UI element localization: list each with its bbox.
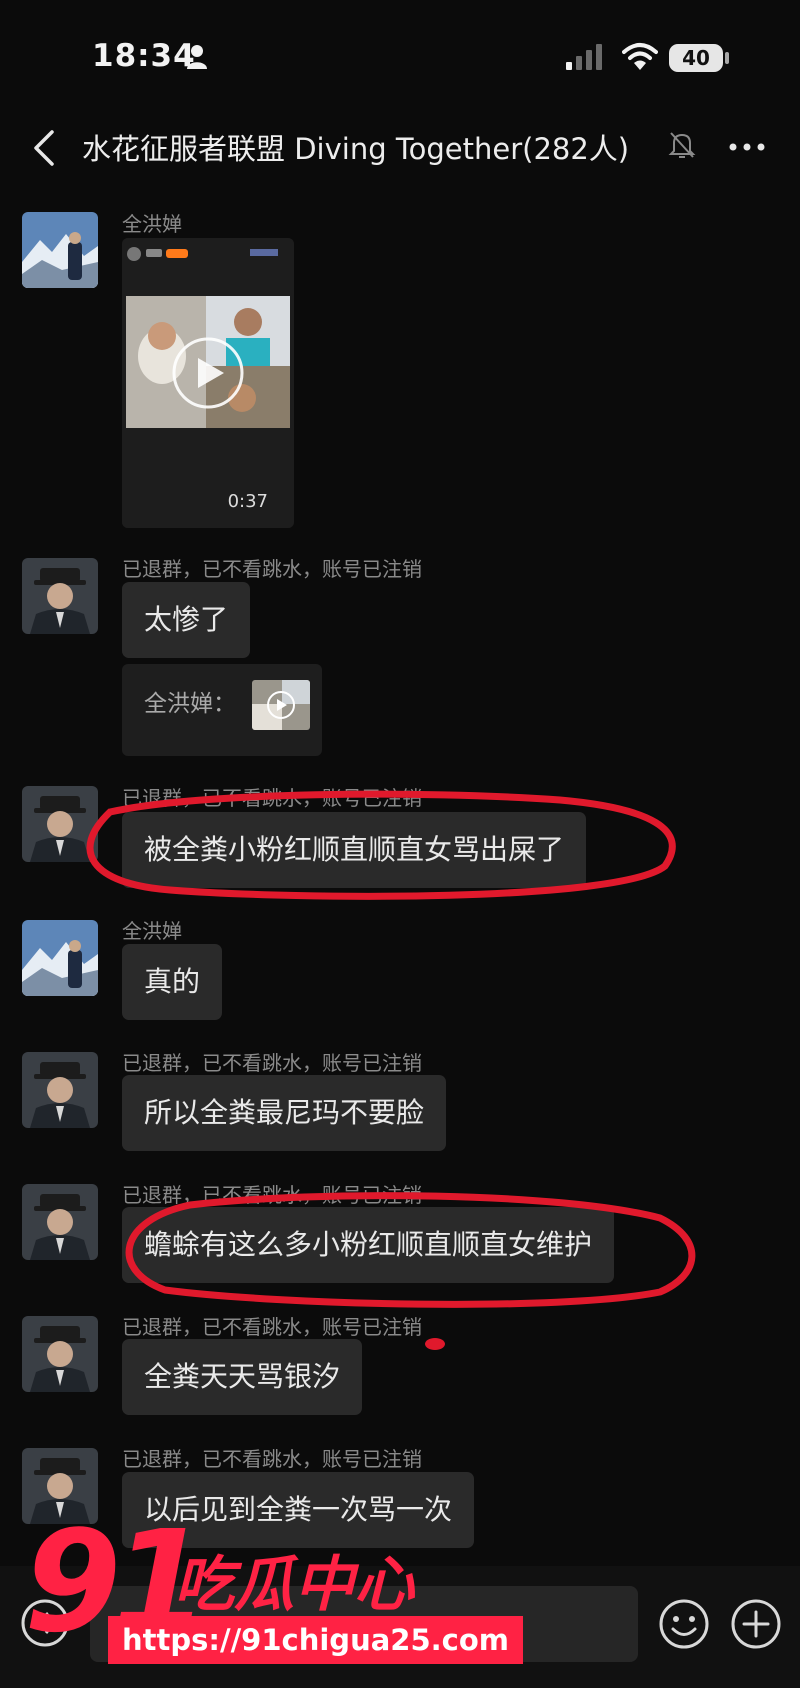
watermark-name: 吃瓜中心 (174, 1550, 414, 1620)
chat-title[interactable]: 水花征服者联盟 Diving Together(282人) (82, 126, 629, 168)
sender-name: 已退群，已不看跳水，账号已注销 (122, 786, 422, 810)
video-duration: 0:37 (227, 491, 268, 512)
sender-name: 已退群，已不看跳水，账号已注销 (122, 1183, 422, 1207)
status-bar: 18:34 40 (0, 0, 800, 110)
message-bubble[interactable]: 蟾蜍有这么多小粉红顺直顺直女维护 (122, 1207, 615, 1283)
annotation-dot (425, 1338, 445, 1350)
message-bubble[interactable]: 全粪天天骂银汐 (122, 1339, 363, 1415)
signal-icon (566, 44, 602, 70)
avatar-hat-man[interactable] (22, 1184, 98, 1260)
avatar-mountain[interactable] (22, 212, 98, 288)
chat-header: 水花征服者联盟 Diving Together(282人) (0, 110, 800, 186)
battery-tip (725, 52, 729, 64)
back-icon[interactable] (28, 128, 64, 168)
quote-sender: 全洪婵： (144, 691, 236, 717)
more-icon[interactable] (728, 132, 766, 162)
mute-icon (668, 132, 696, 158)
avatar-mountain[interactable] (22, 920, 98, 996)
avatar-hat-man[interactable] (22, 1316, 98, 1392)
sender-name: 已退群，已不看跳水，账号已注销 (122, 1051, 422, 1075)
watermark: 91 吃瓜中心 https://91chigua25.com (24, 1508, 523, 1678)
sender-name: 已退群，已不看跳水，账号已注销 (122, 1447, 422, 1471)
plus-icon[interactable] (730, 1598, 782, 1650)
avatar-hat-man[interactable] (22, 786, 98, 862)
quote-video-thumbnail (252, 680, 310, 730)
avatar-hat-man[interactable] (22, 558, 98, 634)
sender-name: 已退群，已不看跳水，账号已注销 (122, 557, 422, 581)
status-time: 18:34 (92, 38, 196, 74)
avatar-hat-man[interactable] (22, 1052, 98, 1128)
video-thumbnail (122, 238, 294, 528)
wifi-icon (622, 43, 658, 70)
message-bubble[interactable]: 被全粪小粉红顺直顺直女骂出屎了 (122, 812, 587, 888)
sender-name: 已退群，已不看跳水，账号已注销 (122, 1315, 422, 1339)
message-bubble[interactable]: 所以全粪最尼玛不要脸 (122, 1075, 447, 1151)
battery-indicator: 40 (669, 44, 723, 72)
watermark-url: https://91chigua25.com (108, 1616, 523, 1664)
sender-name: 全洪婵 (122, 212, 182, 236)
emoji-icon[interactable] (658, 1598, 710, 1650)
video-message[interactable]: 0:37 (122, 238, 294, 528)
person-icon (187, 45, 207, 69)
sender-name: 全洪婵 (122, 919, 182, 943)
message-bubble[interactable]: 太惨了 (122, 582, 251, 658)
message-bubble[interactable]: 真的 (122, 944, 223, 1020)
quoted-message[interactable]: 全洪婵： (122, 664, 322, 756)
